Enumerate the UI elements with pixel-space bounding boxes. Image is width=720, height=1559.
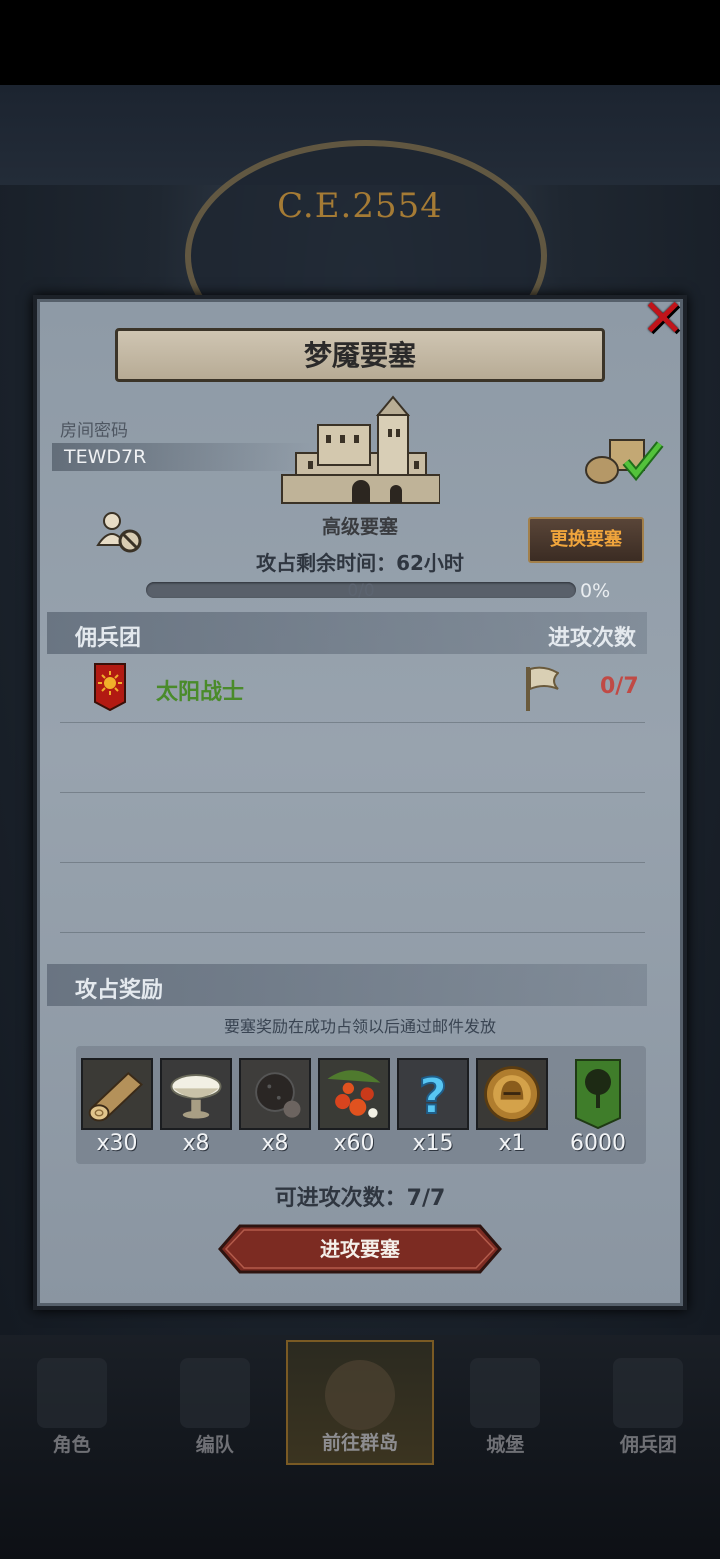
nav-item-mercenary[interactable]: 佣兵团 [577,1340,720,1465]
castle-icon [470,1358,541,1428]
reward-count: 6000 [570,1131,626,1156]
dialog-title: 梦魇要塞 [115,328,605,382]
mercenary-name: 太阳战士 [156,680,245,705]
nav-label: 角色 [52,1434,91,1456]
nav-label: 前往群岛 [322,1432,399,1454]
row-divider [60,792,645,793]
nav-item-character[interactable]: 角色 [0,1340,143,1465]
mercenary-icon [613,1358,684,1428]
milk-bowl-icon [160,1058,232,1130]
reward-note: 要塞奖励在成功占领以后通过邮件发放 [223,1017,496,1036]
wood-log-icon [81,1058,153,1130]
reward-item[interactable]: x60 [318,1058,390,1156]
knight-helmet-medal-icon [476,1058,548,1130]
row-divider [60,722,645,723]
change-fortress-button[interactable]: 更换要塞 [528,517,644,563]
reward-item[interactable]: x8 [239,1058,311,1156]
close-icon: ✕ [641,289,685,349]
nav-item-formation[interactable]: 编队 [143,1340,286,1465]
nav-label: 编队 [195,1434,234,1456]
sun-banner-icon [94,663,126,711]
svg-text:?: ? [419,1067,448,1125]
reward-count: x15 [412,1131,454,1156]
reward-item[interactable]: x30 [81,1058,153,1156]
truffle-icon [239,1058,311,1130]
flag-icon [526,666,559,711]
fortress-icon [281,395,440,504]
bottom-nav: 角色 编队 前往群岛 城堡 佣兵团 [0,1340,720,1465]
reward-item[interactable]: ? x15 [397,1058,469,1156]
reward-count: x8 [261,1131,289,1156]
reward-count: x8 [182,1131,210,1156]
row-divider [60,932,645,933]
nav-label: 城堡 [486,1434,525,1456]
status-bar-area [0,0,720,85]
reward-count: x60 [333,1131,375,1156]
era-text: C.E.2554 [277,186,443,226]
reward-item[interactable]: x1 [476,1058,548,1156]
helmet-icon [179,1358,250,1428]
berries-icon [318,1058,390,1130]
mercenary-attack-count: 0/7 [600,674,639,699]
reward-item[interactable]: 6000 [562,1058,634,1156]
room-code-value: TEWD7R [52,443,312,471]
reward-count: x30 [96,1131,138,1156]
mystery-question-icon: ? [397,1058,469,1130]
compass-icon [325,1360,395,1430]
available-attacks: 可进攻次数：7/7 [274,1186,446,1211]
nav-label: 佣兵团 [619,1434,677,1456]
supply-bag-check-icon [585,439,664,484]
progress-text: 0/0 [347,581,375,601]
user-blocked-icon [96,512,142,553]
room-code-label: 房间密码 [60,421,128,441]
close-button[interactable]: ✕ [640,293,686,345]
reward-header: 攻占奖励 [75,978,164,1003]
attack-fortress-label[interactable]: 进攻要塞 [218,1224,502,1274]
mercenary-header: 佣兵团 [75,626,142,651]
progress-percent: 0% [580,580,611,602]
reward-item[interactable]: x8 [160,1058,232,1156]
knight-icon [36,1358,107,1428]
row-divider [60,862,645,863]
nav-item-islands[interactable]: 前往群岛 [286,1340,434,1465]
attack-times-header: 进攻次数 [548,626,637,651]
reward-count: x1 [498,1131,526,1156]
nav-item-castle[interactable]: 城堡 [434,1340,577,1465]
guild-banner-icon [575,1059,621,1130]
